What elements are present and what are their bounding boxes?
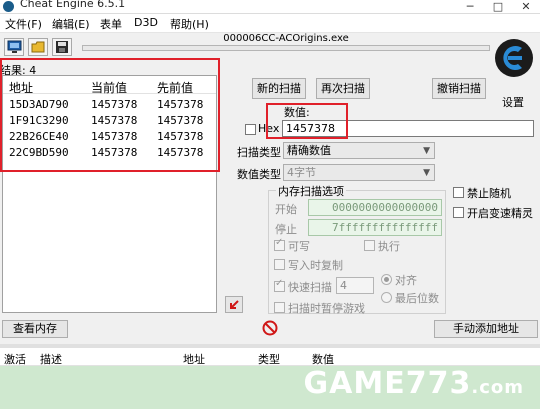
new-scan-button[interactable]: 新的扫描 xyxy=(252,78,306,99)
scan-type-label: 扫描类型 xyxy=(237,146,281,159)
address-table-header: 激活 描述 地址 类型 数值 xyxy=(0,348,540,366)
next-scan-button[interactable]: 再次扫描 xyxy=(316,78,370,99)
writable-checkbox[interactable] xyxy=(274,237,285,251)
column-active[interactable]: 激活 xyxy=(4,351,26,367)
process-name: 000006CC-ACOrigins.exe xyxy=(223,33,349,44)
settings-label: 设置 xyxy=(502,96,524,109)
chevron-down-icon: ▼ xyxy=(423,146,430,156)
close-button[interactable]: ✕ xyxy=(512,0,540,14)
red-arrow-icon xyxy=(230,300,239,309)
last-digits-label: 最后位数 xyxy=(395,292,439,305)
enable-speedhack-checkbox[interactable] xyxy=(453,207,464,218)
fast-scan-alignment-input[interactable]: 4 xyxy=(336,277,374,294)
start-address-input[interactable]: 0000000000000000 xyxy=(308,199,442,216)
executable-checkbox[interactable] xyxy=(364,240,375,251)
open-icon xyxy=(31,41,45,53)
value-type-label: 数值类型 xyxy=(237,168,281,181)
copy-on-write-checkbox[interactable] xyxy=(274,259,285,270)
column-address[interactable]: 地址 xyxy=(183,351,205,367)
prohibited-icon xyxy=(262,320,278,336)
hex-checkbox[interactable] xyxy=(245,124,256,135)
enable-speedhack-label: 开启变速精灵 xyxy=(467,207,533,220)
pause-game-checkbox[interactable] xyxy=(274,302,285,313)
start-label: 开始 xyxy=(275,203,297,216)
watermark-suffix: .com xyxy=(471,377,524,398)
align-label: 对齐 xyxy=(395,274,417,287)
save-icon xyxy=(56,41,68,53)
menu-d3d[interactable]: D3D xyxy=(134,16,158,29)
settings-button[interactable]: 设置 xyxy=(492,36,538,109)
menu-edit[interactable]: 编辑(E) xyxy=(52,16,90,32)
open-button[interactable] xyxy=(28,38,48,56)
menu-file[interactable]: 文件(F) xyxy=(5,16,42,32)
watermark: GAME773.com xyxy=(304,366,524,401)
results-highlight xyxy=(0,58,220,172)
menu-bar: 文件(F) 编辑(E) 表单 D3D 帮助(H) xyxy=(0,14,540,33)
chevron-down-icon: ▼ xyxy=(423,168,430,178)
select-process-icon xyxy=(7,40,22,53)
menu-help[interactable]: 帮助(H) xyxy=(170,16,209,32)
undo-scan-button[interactable]: 撤销扫描 xyxy=(432,78,486,99)
disable-random-checkbox[interactable] xyxy=(453,187,464,198)
value-type-value: 4字节 xyxy=(287,166,316,179)
maximize-button[interactable]: □ xyxy=(484,0,512,14)
watermark-brand: GAME773 xyxy=(303,366,472,401)
title-bar: Cheat Engine 6.5.1 ─ □ ✕ xyxy=(0,0,540,14)
cheat-engine-logo-icon xyxy=(3,1,14,12)
value-highlight xyxy=(266,103,348,139)
align-radio[interactable] xyxy=(381,274,392,285)
select-process-button[interactable] xyxy=(4,38,24,56)
minimize-button[interactable]: ─ xyxy=(456,0,484,14)
copy-on-write-label: 写入时复制 xyxy=(288,259,343,272)
scan-type-value: 精确数值 xyxy=(287,144,331,157)
column-value[interactable]: 数值 xyxy=(312,351,334,367)
writable-label: 可写 xyxy=(288,240,310,253)
window-title: Cheat Engine 6.5.1 xyxy=(20,0,126,10)
add-address-manually-button[interactable]: 手动添加地址 xyxy=(434,320,538,338)
stop-address-input[interactable]: 7fffffffffffffff xyxy=(308,219,442,236)
add-to-list-button[interactable] xyxy=(225,296,243,313)
stop-scan-button[interactable] xyxy=(262,320,278,336)
fast-scan-label: 快速扫描 xyxy=(288,281,332,294)
memory-scan-options-label: 内存扫描选项 xyxy=(276,183,346,199)
cheat-engine-settings-icon xyxy=(495,39,533,77)
view-memory-button[interactable]: 查看内存 xyxy=(2,320,68,338)
scan-progress-bar xyxy=(82,45,490,51)
value-type-select[interactable]: 4字节 ▼ xyxy=(283,164,435,181)
executable-label: 执行 xyxy=(378,240,400,253)
scan-type-select[interactable]: 精确数值 ▼ xyxy=(283,142,435,159)
fast-scan-checkbox[interactable] xyxy=(274,278,285,292)
column-type[interactable]: 类型 xyxy=(258,351,280,367)
menu-table[interactable]: 表单 xyxy=(100,16,122,32)
disable-random-label: 禁止随机 xyxy=(467,187,511,200)
last-digits-radio[interactable] xyxy=(381,292,392,303)
column-description[interactable]: 描述 xyxy=(40,351,62,367)
stop-label: 停止 xyxy=(275,223,297,236)
pause-game-label: 扫描时暂停游戏 xyxy=(288,302,365,315)
save-button[interactable] xyxy=(52,38,72,56)
